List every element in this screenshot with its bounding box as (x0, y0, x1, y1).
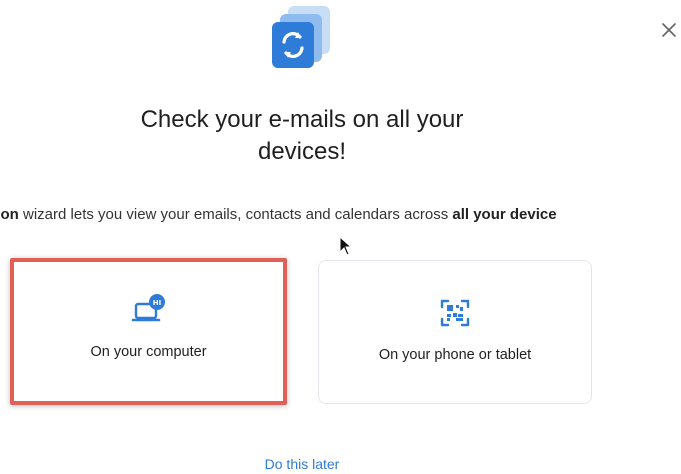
svg-text:HI: HI (152, 299, 160, 307)
option-phone-card[interactable]: On your phone or tablet (318, 260, 592, 404)
page-title: Check your e-mails on all your devices! (0, 104, 604, 168)
option-computer-card[interactable]: HI On your computer (10, 258, 287, 405)
title-line-2: devices! (257, 138, 347, 165)
do-this-later-link[interactable]: Do this later (0, 456, 604, 472)
qr-scan-icon (440, 299, 470, 327)
laptop-hi-icon: HI (131, 294, 165, 322)
subtitle-suffix: all your device (452, 206, 557, 223)
sync-stack-icon (272, 6, 330, 68)
mouse-cursor-icon (339, 236, 353, 256)
option-computer-label: On your computer (90, 344, 207, 360)
subtitle-prefix: uration (0, 206, 19, 223)
option-phone-label: On your phone or tablet (378, 347, 532, 363)
subtitle-middle: wizard lets you view your emails, contac… (18, 206, 453, 223)
subtitle: uration wizard lets you view your emails… (0, 206, 557, 223)
setup-wizard-dialog: Check your e-mails on all your devices! … (0, 0, 681, 474)
close-icon[interactable] (657, 18, 681, 42)
title-line-1: Check your e-mails on all your (140, 106, 464, 133)
